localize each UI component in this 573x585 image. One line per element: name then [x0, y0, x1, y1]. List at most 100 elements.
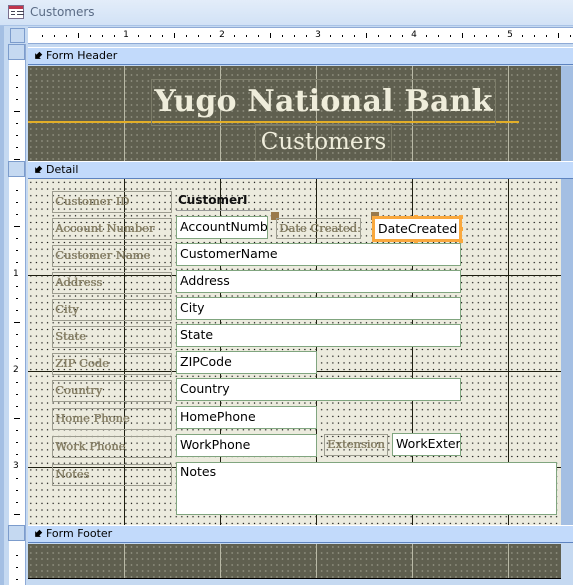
- section-selector[interactable]: [8, 161, 25, 177]
- form-footer-section[interactable]: [28, 544, 561, 579]
- bank-title-label[interactable]: Yugo National Bank: [151, 79, 496, 126]
- ruler-tick: [16, 87, 18, 88]
- detail-bar[interactable]: Detail: [28, 161, 573, 179]
- ruler-number: 1: [123, 30, 129, 40]
- label-customer-id[interactable]: Customer ID: [52, 191, 172, 213]
- form-footer-bar[interactable]: Form Footer: [28, 525, 573, 543]
- ruler-tick: [16, 250, 18, 251]
- label-state[interactable]: State: [52, 326, 172, 348]
- label-address[interactable]: Address: [52, 272, 172, 294]
- extension-textbox[interactable]: WorkExter: [392, 433, 461, 456]
- ruler-tick: [390, 35, 391, 37]
- ruler-tick: [522, 35, 523, 37]
- grid-line: [508, 66, 509, 161]
- ruler-tick: [16, 430, 18, 431]
- label-notes[interactable]: Notes: [52, 464, 172, 486]
- horizontal-ruler[interactable]: 1 2 3 4 5: [28, 27, 573, 44]
- resize-handle[interactable]: [459, 239, 463, 243]
- ruler-number: 4: [411, 30, 417, 40]
- ruler-tick: [16, 298, 18, 299]
- ruler-tick: [462, 33, 463, 38]
- ruler-tick: [16, 286, 18, 287]
- ruler-tick: [402, 35, 403, 37]
- label-zip-code[interactable]: ZIP Code: [52, 353, 172, 375]
- ruler-tick: [270, 33, 271, 38]
- ruler-tick: [474, 35, 475, 37]
- ruler-tick: [90, 35, 91, 37]
- section-selector[interactable]: [8, 44, 25, 60]
- ruler-tick: [16, 382, 18, 383]
- resize-handle[interactable]: [414, 215, 418, 219]
- ruler-tick: [174, 33, 175, 38]
- ruler-tick: [162, 35, 163, 37]
- country-textbox[interactable]: Country: [176, 378, 461, 401]
- section-arrow-icon: [35, 529, 43, 537]
- grid-line: [508, 544, 509, 578]
- label-city[interactable]: City: [52, 299, 172, 321]
- ruler-tick: [486, 35, 487, 37]
- customer-name-textbox[interactable]: CustomerName: [176, 243, 461, 266]
- ruler-tick: [16, 555, 18, 556]
- ruler-tick: [342, 35, 343, 37]
- work-phone-textbox[interactable]: WorkPhone: [176, 434, 317, 457]
- account-number-textbox[interactable]: AccountNumb: [176, 216, 268, 239]
- ruler-tick: [16, 579, 18, 580]
- ruler-tick: [16, 238, 18, 239]
- form-selector[interactable]: [10, 28, 25, 43]
- ruler-tick: [16, 454, 18, 455]
- label-account-number[interactable]: Account Number: [52, 218, 172, 240]
- ruler-tick: [16, 214, 18, 215]
- section-arrow-icon: [35, 165, 43, 173]
- notes-textbox[interactable]: Notes: [176, 462, 557, 515]
- form-footer-label: Form Footer: [46, 527, 113, 540]
- ruler-tick: [150, 35, 151, 37]
- resize-handle[interactable]: [459, 215, 463, 219]
- resize-handle[interactable]: [414, 239, 418, 243]
- ruler-tick: [330, 35, 331, 37]
- ruler-tick: [246, 35, 247, 37]
- ruler-tick: [294, 35, 295, 37]
- city-textbox[interactable]: City: [176, 297, 461, 320]
- label-date-created[interactable]: Date Created:: [276, 218, 361, 239]
- form-header-bar[interactable]: Form Header: [28, 47, 573, 65]
- ruler-tick: [570, 35, 571, 37]
- ruler-tick: [14, 226, 20, 227]
- ruler-tick: [16, 75, 18, 76]
- ruler-tick: [354, 35, 355, 37]
- ruler-tick: [114, 35, 115, 37]
- form-header-section[interactable]: Yugo National Bank Customers: [28, 66, 561, 161]
- ruler-number: 1: [13, 269, 19, 279]
- ruler-tick: [16, 334, 18, 335]
- zip-code-textbox[interactable]: ZIPCode: [176, 351, 317, 374]
- ruler-number: 2: [219, 30, 225, 40]
- ruler-tick: [16, 394, 18, 395]
- home-phone-textbox[interactable]: HomePhone: [176, 406, 317, 429]
- label-country[interactable]: Country: [52, 380, 172, 402]
- label-home-phone[interactable]: Home Phone: [52, 408, 172, 430]
- resize-handle[interactable]: [459, 227, 463, 231]
- ruler-tick: [378, 35, 379, 37]
- form-subtitle-label[interactable]: Customers: [255, 124, 392, 161]
- ruler-tick: [16, 358, 18, 359]
- form-width-edge[interactable]: [561, 66, 573, 161]
- form-width-edge[interactable]: [561, 179, 573, 525]
- ruler-tick: [282, 35, 283, 37]
- ruler-number: 3: [315, 30, 321, 40]
- ruler-tick: [306, 35, 307, 37]
- ruler-tick: [78, 33, 79, 38]
- label-work-phone[interactable]: Work Phone: [52, 436, 172, 458]
- ruler-tick: [16, 202, 18, 203]
- section-selector[interactable]: [8, 525, 25, 541]
- label-customer-name[interactable]: Customer Name: [52, 245, 172, 267]
- ruler-tick: [16, 147, 18, 148]
- ruler-tick: [16, 502, 18, 503]
- ruler-tick: [534, 35, 535, 37]
- label-extension[interactable]: Extension: [324, 434, 388, 456]
- vertical-ruler[interactable]: 1 2 3: [8, 44, 26, 585]
- ruler-tick: [498, 35, 499, 37]
- detail-section[interactable]: Customer ID Account Number Customer Name…: [28, 179, 561, 525]
- address-textbox[interactable]: Address: [176, 270, 461, 293]
- customer-id-control[interactable]: CustomerI: [176, 191, 270, 211]
- grid-line: [412, 544, 413, 578]
- state-textbox[interactable]: State: [176, 324, 461, 347]
